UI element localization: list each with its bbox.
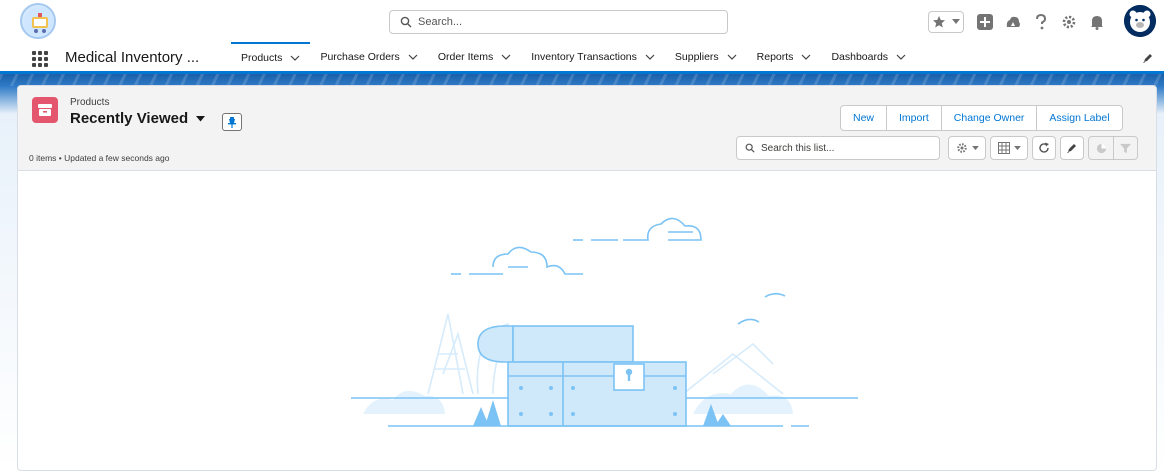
chevron-down-icon[interactable] — [290, 55, 300, 61]
nav-item-products[interactable]: Products — [231, 42, 311, 71]
chevron-down-icon — [971, 145, 979, 150]
charts-button[interactable] — [1089, 137, 1113, 159]
edit-nav-pencil-icon[interactable] — [1142, 52, 1154, 64]
pin-list-view-button[interactable] — [222, 113, 242, 131]
chevron-down-icon[interactable] — [801, 54, 811, 60]
nav-item-reports[interactable]: Reports — [747, 42, 822, 71]
org-logo-icon[interactable] — [20, 3, 56, 39]
utility-icons — [928, 9, 1114, 35]
inline-edit-button[interactable] — [1060, 136, 1084, 160]
setup-button[interactable] — [1058, 11, 1080, 33]
nav-item-inventory-transactions[interactable]: Inventory Transactions — [521, 42, 665, 71]
global-search[interactable] — [389, 10, 728, 34]
filter-icon — [1120, 143, 1131, 153]
list-search[interactable] — [736, 136, 940, 160]
search-icon — [400, 16, 412, 28]
display-as-button[interactable] — [990, 136, 1028, 160]
search-icon — [745, 143, 755, 153]
list-view-header: Products Recently Viewed 0 items • Updat… — [18, 86, 1156, 171]
nav-item-label: Reports — [756, 50, 794, 63]
nav-item-label: Order Items — [437, 50, 494, 63]
chevron-down-icon — [1013, 145, 1021, 150]
chevron-down-icon — [952, 19, 960, 24]
change-owner-button[interactable]: Change Owner — [940, 105, 1038, 131]
nav-item-label: Suppliers — [674, 50, 719, 63]
notifications-button[interactable] — [1086, 11, 1108, 33]
filters-button[interactable] — [1113, 137, 1137, 159]
pin-icon — [228, 116, 236, 128]
gear-icon — [1062, 15, 1076, 29]
favorites-button[interactable] — [928, 11, 964, 33]
refresh-button[interactable] — [1032, 136, 1056, 160]
gear-icon — [956, 143, 967, 153]
archive-box-icon — [38, 104, 52, 116]
list-search-input[interactable] — [761, 142, 931, 154]
refresh-icon — [1039, 142, 1049, 153]
nav-items: Products Purchase Orders Order Items Inv… — [231, 42, 916, 71]
object-label: Products — [70, 97, 110, 108]
list-view-meta: 0 items • Updated a few seconds ago — [29, 153, 170, 163]
app-launcher-icon[interactable] — [32, 51, 48, 67]
trailhead-button[interactable] — [1002, 11, 1024, 33]
table-icon — [997, 142, 1010, 154]
import-button[interactable]: Import — [886, 105, 942, 131]
caret-down-icon[interactable] — [196, 115, 206, 122]
chevron-down-icon[interactable] — [501, 54, 511, 60]
nav-item-label: Purchase Orders — [320, 50, 400, 63]
nav-item-label: Dashboards — [831, 50, 889, 63]
list-view-card: Products Recently Viewed 0 items • Updat… — [17, 85, 1157, 471]
plus-icon — [977, 14, 993, 30]
nav-item-dashboards[interactable]: Dashboards — [821, 42, 916, 71]
nav-item-purchase-orders[interactable]: Purchase Orders — [310, 42, 427, 71]
list-view-selector[interactable]: Recently Viewed — [70, 110, 206, 127]
pie-chart-icon — [1096, 143, 1106, 153]
list-actions: New Import Change Owner Assign Label — [840, 105, 1123, 131]
chevron-down-icon[interactable] — [727, 54, 737, 60]
star-icon — [933, 16, 945, 28]
chevron-down-icon[interactable] — [408, 54, 418, 60]
nav-item-order-items[interactable]: Order Items — [428, 42, 521, 71]
empty-state-illustration — [351, 217, 858, 427]
user-avatar[interactable] — [1124, 5, 1156, 37]
new-button[interactable]: New — [840, 105, 888, 131]
product-object-icon — [32, 97, 58, 123]
chevron-down-icon[interactable] — [645, 54, 655, 60]
global-actions-button[interactable] — [974, 11, 996, 33]
user-avatar-icon — [1124, 5, 1156, 37]
trailhead-icon — [1006, 16, 1020, 27]
list-view-controls — [948, 136, 1138, 160]
nav-item-label: Inventory Transactions — [531, 50, 637, 63]
assign-label-button[interactable]: Assign Label — [1036, 105, 1123, 131]
global-search-input[interactable] — [418, 16, 718, 28]
bell-icon — [1091, 16, 1103, 30]
chart-filter-group — [1088, 136, 1138, 160]
list-view-title: Recently Viewed — [70, 110, 189, 127]
app-name: Medical Inventory ... — [65, 49, 200, 66]
help-button[interactable] — [1030, 11, 1052, 33]
nav-item-label: Products — [241, 51, 283, 64]
global-header — [0, 0, 1164, 42]
help-icon — [1036, 14, 1047, 30]
nav-item-suppliers[interactable]: Suppliers — [665, 42, 747, 71]
chevron-down-icon[interactable] — [896, 54, 906, 60]
list-view-settings-button[interactable] — [948, 136, 986, 160]
app-nav-bar: Medical Inventory ... Products Purchase … — [0, 42, 1164, 74]
pencil-icon — [1067, 144, 1076, 153]
